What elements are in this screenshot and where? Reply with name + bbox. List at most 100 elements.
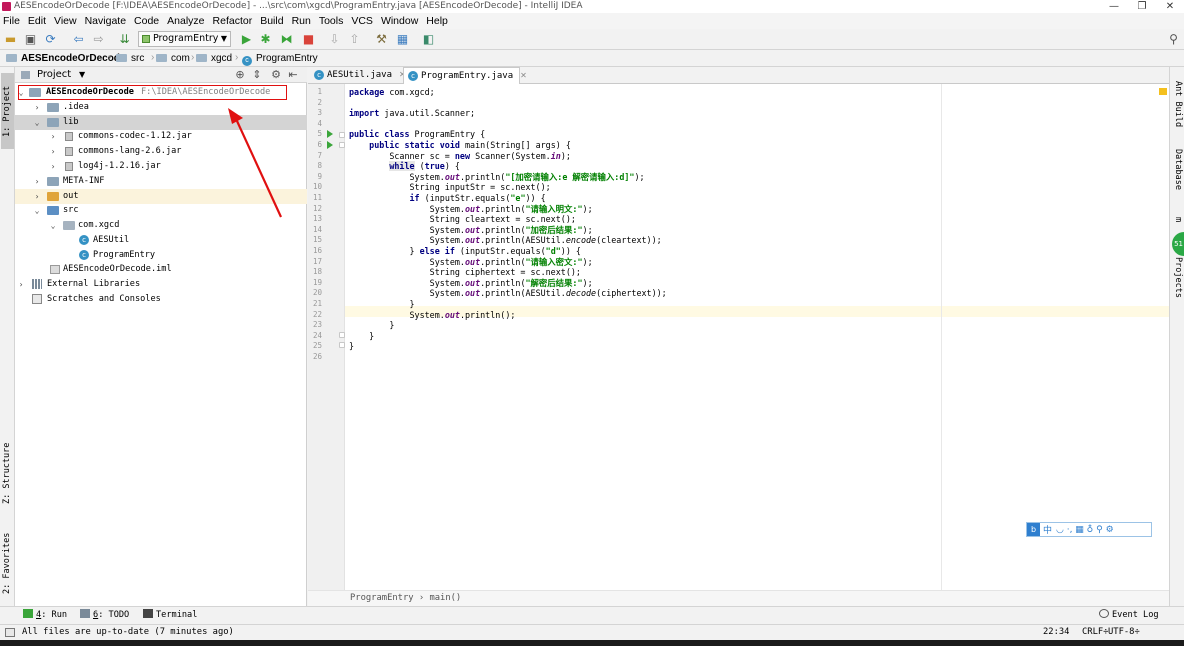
back-arrow-icon[interactable]: ⇦ xyxy=(72,33,85,46)
menu-analyze[interactable]: Analyze xyxy=(167,15,204,27)
close-button[interactable]: ✕ xyxy=(1156,0,1184,13)
locate-target-icon[interactable]: ⊕ xyxy=(234,69,246,81)
fold-marker[interactable] xyxy=(339,132,345,138)
hide-panel-icon[interactable]: ⇤ xyxy=(287,69,299,81)
sdk-icon[interactable]: ◧ xyxy=(422,33,435,46)
tree-item-src[interactable]: ⌄ src xyxy=(15,203,307,218)
save-icon[interactable]: ▣ xyxy=(24,33,37,46)
tree-item-meta-inf[interactable]: › META-INF xyxy=(15,174,307,189)
ime-language-toggle[interactable]: 中 xyxy=(1043,523,1052,536)
tab-project[interactable]: 1: Project xyxy=(1,73,14,149)
collapse-all-icon[interactable]: ⇕ xyxy=(251,69,263,81)
menu-navigate[interactable]: Navigate xyxy=(85,15,126,27)
forward-arrow-icon[interactable]: ⇨ xyxy=(92,33,105,46)
tree-item-jar[interactable]: › commons-codec-1.12.jar xyxy=(15,129,307,144)
menu-code[interactable]: Code xyxy=(134,15,159,27)
open-folder-icon[interactable]: ▬ xyxy=(4,33,17,46)
input-method-toolbar[interactable]: b 中 ◡ ·, ▦ ♁ ⚲ ⚙ xyxy=(1026,522,1152,537)
tree-item-jar[interactable]: › commons-lang-2.6.jar xyxy=(15,144,307,159)
tree-item-idea[interactable]: › .idea xyxy=(15,100,307,115)
tree-item-out[interactable]: › out xyxy=(15,189,307,204)
fold-marker[interactable] xyxy=(339,332,345,338)
run-tool-button[interactable]: 4: Run xyxy=(23,607,67,624)
vcs-commit-icon[interactable]: ⇧ xyxy=(348,33,361,46)
file-encoding[interactable]: UTF-8÷ xyxy=(1108,625,1140,640)
chevron-right-icon[interactable]: › xyxy=(32,100,42,115)
close-tab-icon[interactable]: ✕ xyxy=(520,71,527,80)
chevron-right-icon[interactable]: › xyxy=(32,189,42,204)
menu-build[interactable]: Build xyxy=(260,15,283,27)
bottom-tool-bar: 4: Run 6: TODO Terminal Event Log xyxy=(0,606,1184,624)
maximize-button[interactable]: ❐ xyxy=(1128,0,1156,13)
menu-run[interactable]: Run xyxy=(292,15,311,27)
menu-edit[interactable]: Edit xyxy=(28,15,46,27)
breadcrumb-programentry[interactable]: c ProgramEntry xyxy=(242,52,318,66)
todo-tool-button[interactable]: 6: TODO xyxy=(80,607,129,624)
tree-item-lib[interactable]: ⌄ lib xyxy=(15,115,307,130)
chevron-right-icon[interactable]: › xyxy=(16,277,26,292)
fold-marker[interactable] xyxy=(339,142,345,148)
run-class-gutter-icon[interactable] xyxy=(327,130,333,138)
code-line-21: } xyxy=(349,299,415,309)
chevron-right-icon[interactable]: › xyxy=(48,129,58,144)
stop-icon[interactable]: ■ xyxy=(302,33,315,46)
caret-position[interactable]: 22:34 xyxy=(1043,625,1069,640)
chevron-right-icon[interactable]: › xyxy=(48,159,58,174)
run-icon[interactable]: ▶ xyxy=(240,33,253,46)
chevron-right-icon[interactable]: › xyxy=(48,144,58,159)
chevron-down-icon[interactable]: ⌄ xyxy=(32,203,42,218)
breadcrumb-src[interactable]: src xyxy=(116,52,144,65)
toggle-tool-windows-icon[interactable] xyxy=(5,628,15,637)
tab-favorites[interactable]: 2: Favorites xyxy=(1,525,14,601)
search-icon[interactable]: ⚲ xyxy=(1167,33,1180,46)
fold-marker[interactable] xyxy=(339,342,345,348)
menu-view[interactable]: View xyxy=(54,15,77,27)
event-log-button[interactable]: Event Log xyxy=(1099,607,1159,624)
terminal-tool-button[interactable]: Terminal xyxy=(143,607,197,624)
line-separator[interactable]: CRLF÷ xyxy=(1082,625,1108,640)
settings-wrench-icon[interactable]: ⚒ xyxy=(375,33,388,46)
chevron-down-icon[interactable]: ▼ xyxy=(79,67,85,83)
gear-icon[interactable]: ⚙ xyxy=(270,69,282,81)
tab-programentry[interactable]: c ProgramEntry.java ✕ xyxy=(403,67,527,84)
chevron-down-icon[interactable]: ⌄ xyxy=(48,218,58,233)
project-view-select[interactable]: Project xyxy=(37,67,71,83)
minimize-button[interactable]: — xyxy=(1100,0,1128,13)
editor-breadcrumb[interactable]: ProgramEntry › main() xyxy=(308,590,1169,606)
inspection-warning-marker[interactable] xyxy=(1159,88,1167,95)
run-configuration-select[interactable]: ProgramEntry ▼ xyxy=(138,31,231,47)
menu-vcs[interactable]: VCS xyxy=(351,15,373,27)
tree-item-iml[interactable]: AESEncodeOrDecode.iml xyxy=(15,262,307,277)
menu-help[interactable]: Help xyxy=(426,15,448,27)
chevron-down-icon[interactable]: ⌄ xyxy=(32,115,42,130)
breadcrumb-xgcd[interactable]: xgcd xyxy=(196,52,232,65)
tab-aesutil[interactable]: c AESUtil.java✕ xyxy=(310,67,406,84)
menu-refactor[interactable]: Refactor xyxy=(213,15,253,27)
tree-item-class[interactable]: c ProgramEntry xyxy=(15,248,307,263)
code-editor[interactable]: 1 2 3 4 5 6 7 8 9 10 11 12 13 14 15 16 1… xyxy=(308,84,1169,590)
debug-bug-icon[interactable]: ✱ xyxy=(259,33,272,46)
run-main-gutter-icon[interactable] xyxy=(327,141,333,149)
tree-item-package[interactable]: ⌄ com.xgcd xyxy=(15,218,307,233)
sync-icon[interactable]: ⟳ xyxy=(44,33,57,46)
menu-window[interactable]: Window xyxy=(381,15,418,27)
tree-item-class[interactable]: c AESUtil xyxy=(15,233,307,248)
tab-database[interactable]: Database xyxy=(1171,149,1184,209)
tab-maven[interactable]: m xyxy=(1171,217,1184,229)
tree-item-scratches[interactable]: Scratches and Consoles xyxy=(15,292,307,307)
chevron-right-icon[interactable]: › xyxy=(32,174,42,189)
build-hammer-icon[interactable]: ⇊ xyxy=(118,33,131,46)
vcs-update-icon[interactable]: ⇩ xyxy=(328,33,341,46)
coverage-icon[interactable]: ⧓ xyxy=(280,33,293,46)
tab-projects[interactable]: Projects xyxy=(1171,257,1184,307)
project-structure-icon[interactable]: ▦ xyxy=(396,33,409,46)
tree-item-external-libraries[interactable]: › External Libraries xyxy=(15,277,307,292)
tab-structure[interactable]: Z: Structure xyxy=(1,435,14,511)
ime-tool-icons[interactable]: ◡ ·, ▦ ♁ ⚲ ⚙ xyxy=(1056,525,1114,535)
menu-file[interactable]: File xyxy=(3,15,20,27)
menu-tools[interactable]: Tools xyxy=(319,15,344,27)
ime-logo-icon[interactable]: b xyxy=(1027,523,1040,536)
breadcrumb-com[interactable]: com xyxy=(156,52,190,65)
tree-item-jar[interactable]: › log4j-1.2.16.jar xyxy=(15,159,307,174)
tab-ant-build[interactable]: Ant Build xyxy=(1171,81,1184,141)
